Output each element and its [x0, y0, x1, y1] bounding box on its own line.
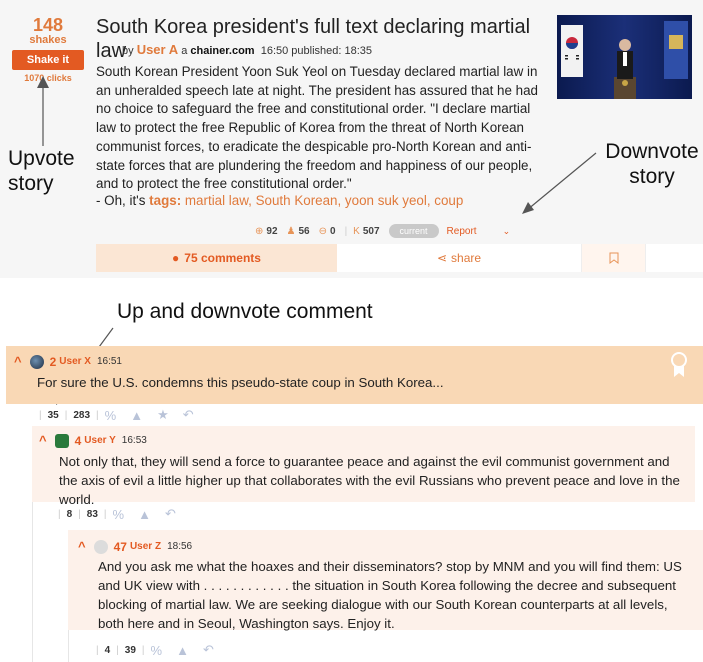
comment-header: ^ 2 User X 16:51 — [14, 354, 122, 369]
link-icon[interactable]: % — [151, 643, 163, 658]
comment-number[interactable]: 2 — [50, 355, 57, 369]
annotation-comment-votes: Up and downvote comment — [117, 300, 373, 323]
star-icon[interactable]: ★ — [157, 407, 169, 423]
divider: | — [96, 644, 99, 656]
report-icon[interactable]: ▲ — [138, 507, 151, 522]
reply-icon[interactable]: ↶ — [165, 506, 176, 522]
divider: | — [39, 409, 42, 421]
reply-icon[interactable]: ↶ — [203, 642, 214, 658]
comment-text: Not only that, they will send a force to… — [59, 454, 680, 507]
comment-karma: 83 — [86, 508, 98, 520]
comment-time: 16:51 — [96, 356, 122, 367]
comment-user[interactable]: User Y — [84, 435, 116, 446]
avatar[interactable] — [54, 433, 69, 448]
comment-time: 16:53 — [121, 435, 147, 446]
report-icon[interactable]: ▲ — [176, 643, 189, 658]
comment-user[interactable]: User Z — [130, 541, 161, 552]
comment-karma: 39 — [124, 644, 136, 656]
chevron-up-icon[interactable]: ^ — [39, 433, 47, 448]
comment-votes[interactable]: 4 — [105, 645, 111, 656]
comment-number[interactable]: 4 — [75, 434, 82, 448]
comment-footer: | 8 | 83 | % ▲ ↶ — [52, 506, 190, 522]
link-icon[interactable]: % — [105, 408, 117, 423]
divider: | — [141, 644, 145, 656]
divider: | — [116, 644, 119, 656]
chevron-up-icon[interactable]: ^ — [78, 539, 86, 554]
comment-header: ^ 47 User Z 18:56 — [78, 539, 192, 554]
divider: | — [64, 409, 68, 421]
report-icon[interactable]: ▲ — [130, 408, 143, 423]
avatar[interactable] — [93, 539, 108, 554]
comment-text: For sure the U.S. condemns this pseudo-s… — [37, 375, 444, 390]
chevron-up-icon[interactable]: ^ — [14, 354, 22, 369]
divider: | — [103, 508, 107, 520]
divider: | — [96, 409, 99, 421]
reply-icon[interactable]: ↶ — [183, 407, 194, 423]
comment-footer: | 35 | 283 | % ▲ ★ ↶ — [33, 407, 208, 423]
avatar[interactable] — [29, 354, 44, 369]
annotation-downvote-story: Downvote story — [605, 140, 699, 188]
comment-votes[interactable]: 35 — [48, 410, 59, 421]
divider: | — [58, 508, 61, 520]
comment-time: 18:56 — [167, 541, 193, 552]
comment-number[interactable]: 47 — [114, 540, 127, 554]
comment-footer: | 4 | 39 | % ▲ ↶ — [90, 642, 228, 658]
divider: | — [78, 508, 81, 520]
annotation-upvote-story: Upvote story — [8, 147, 75, 195]
comment-header: ^ 4 User Y 16:53 — [39, 433, 147, 448]
comment-karma: 283 — [73, 409, 91, 421]
comment-text: And you ask me what the hoaxes and their… — [98, 559, 682, 631]
comment-user[interactable]: User X — [59, 356, 91, 367]
comment-votes[interactable]: 8 — [67, 509, 73, 520]
link-icon[interactable]: % — [113, 507, 125, 522]
